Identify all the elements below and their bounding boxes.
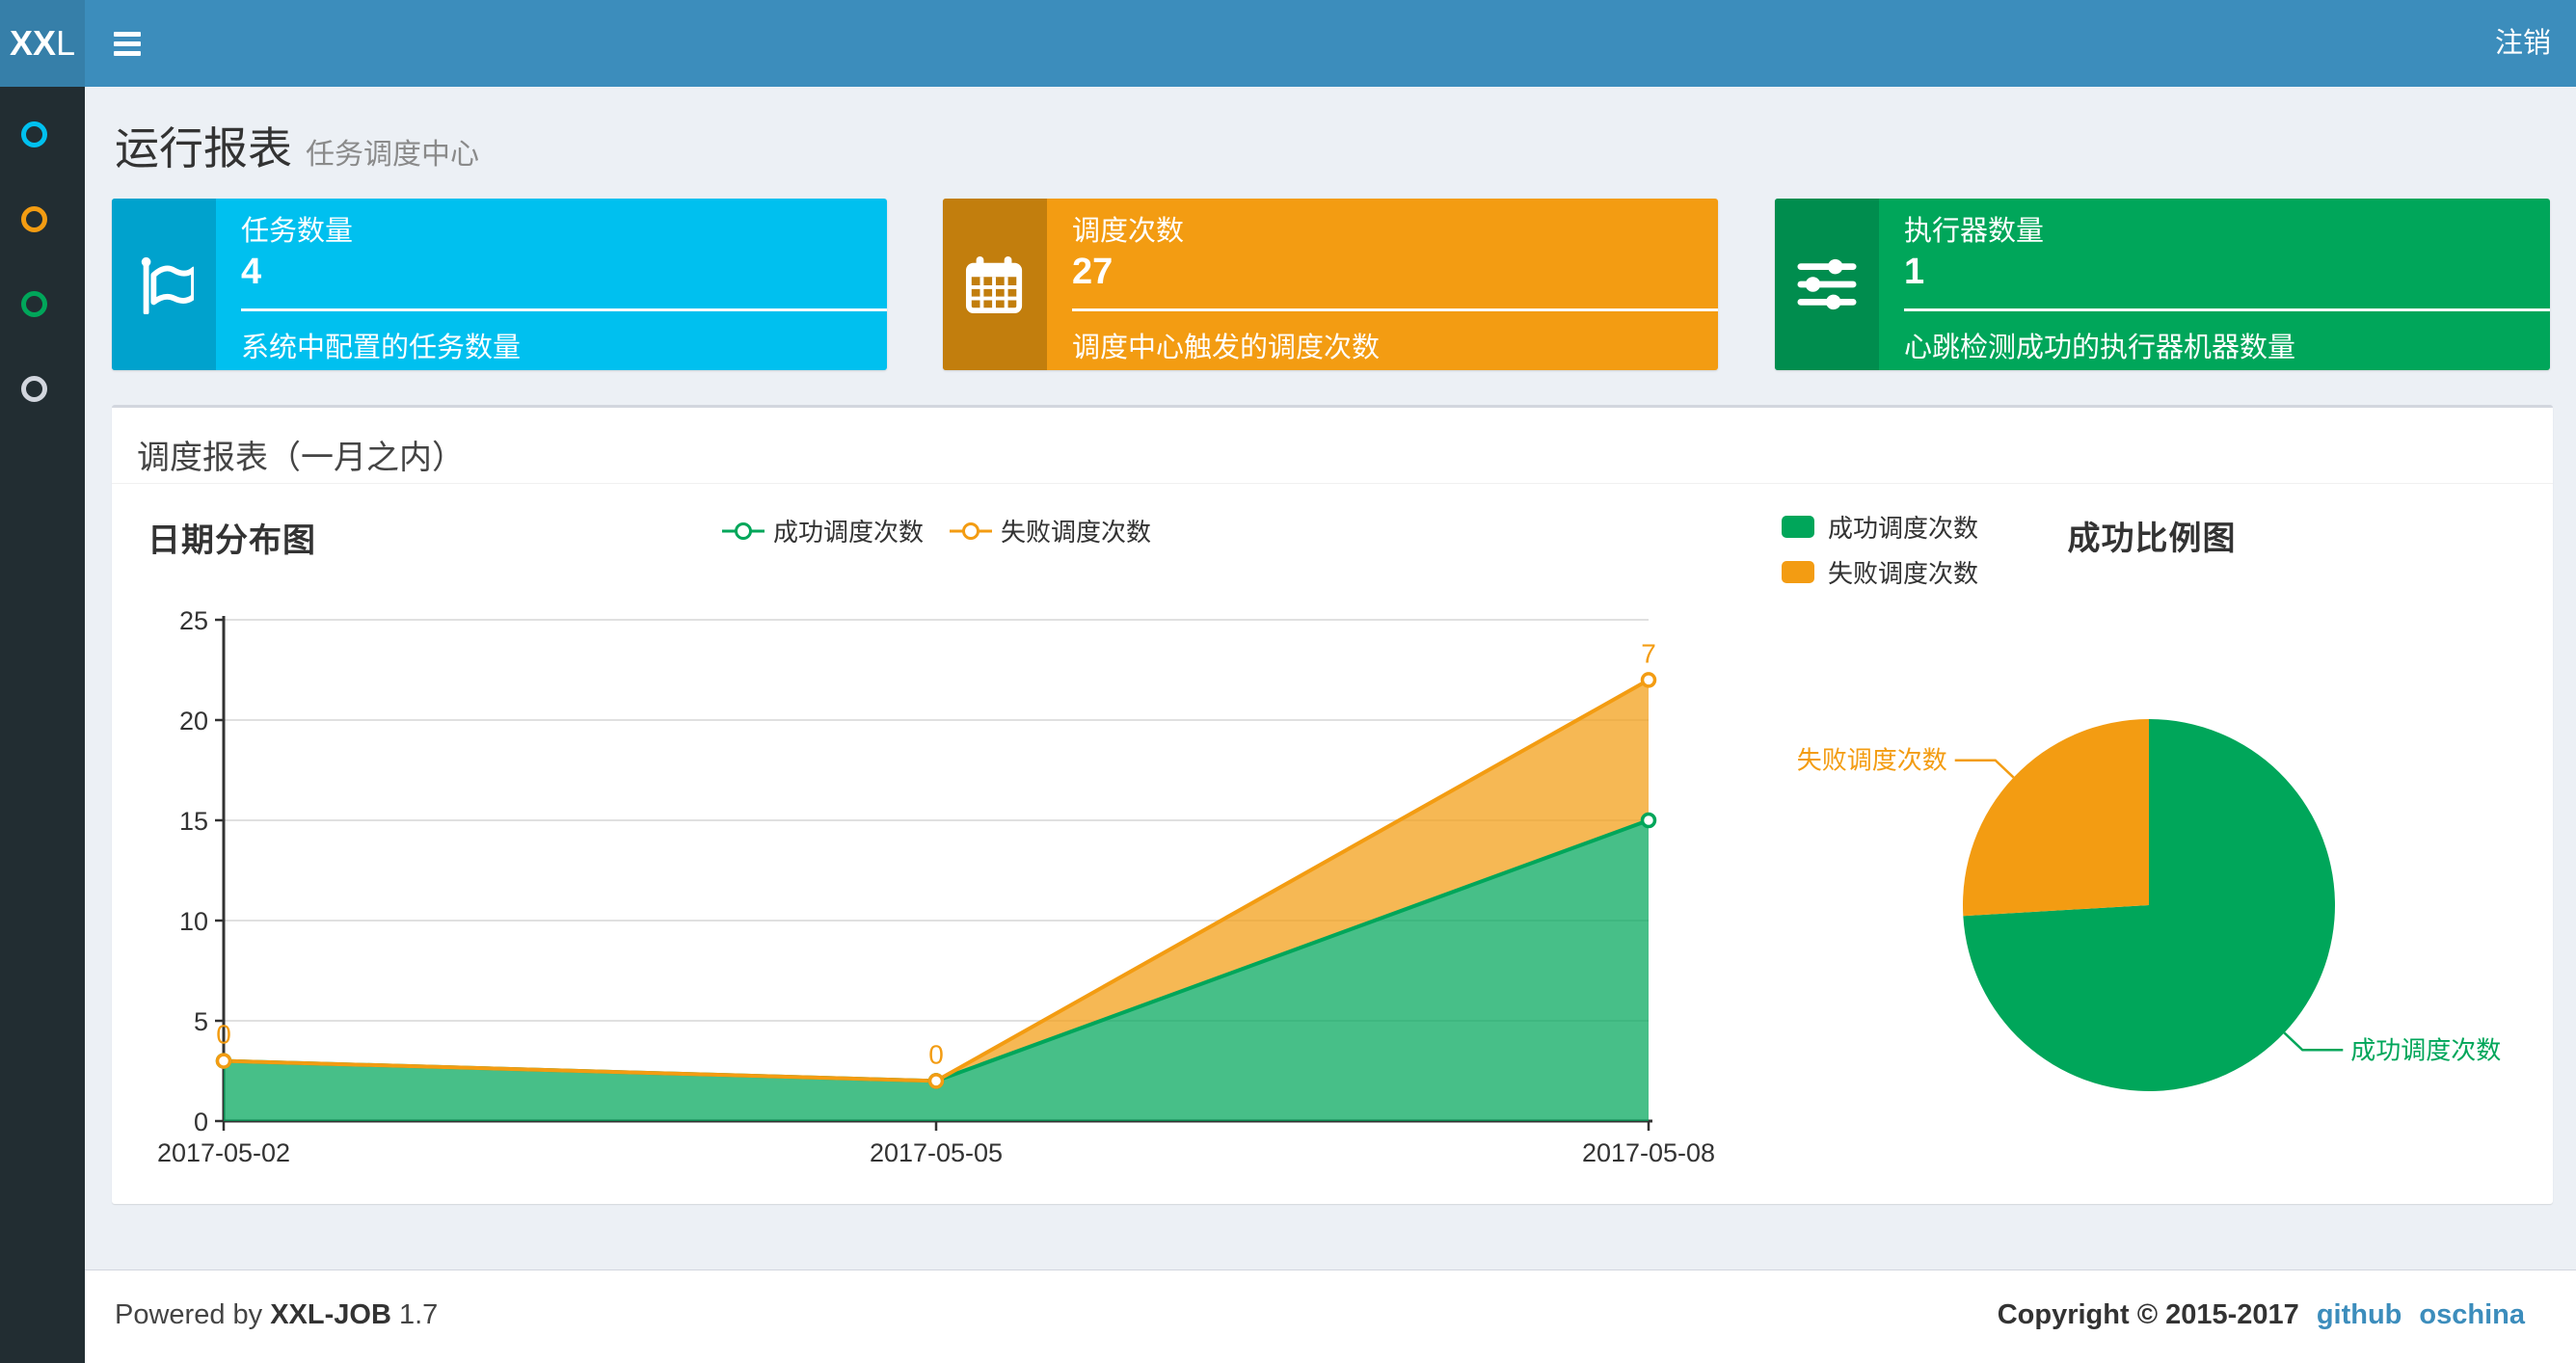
info-box-description: 心跳检测成功的执行器机器数量 — [1904, 333, 2296, 363]
svg-text:25: 25 — [179, 606, 208, 635]
svg-text:20: 20 — [179, 707, 208, 735]
github-link[interactable]: github — [2317, 1299, 2402, 1330]
oschina-link[interactable]: oschina — [2419, 1299, 2525, 1330]
panel-title: 调度报表（一月之内） — [137, 440, 465, 476]
info-box-title: 任务数量 — [241, 216, 354, 247]
info-box-description: 调度中心触发的调度次数 — [1072, 333, 1381, 363]
top-navbar: XXL 注销 — [0, 0, 2576, 87]
info-box-value: 4 — [241, 252, 262, 292]
page-subtitle: 任务调度中心 — [306, 139, 479, 171]
sidebar-item-4[interactable] — [0, 341, 85, 426]
info-box-value: 27 — [1072, 252, 1114, 292]
success-ratio-pie-chart: 成功调度次数 失败调度次数 — [1797, 719, 2501, 1091]
hamburger-icon — [114, 32, 141, 61]
info-box-jobs: 任务数量 4 系统中配置的任务数量 — [112, 199, 887, 370]
footer-copyright: Copyright © 2015-2017 github oschina — [1997, 1299, 2525, 1330]
line-marker-icon — [721, 521, 765, 540]
info-box-title: 执行器数量 — [1904, 216, 2045, 247]
svg-text:0: 0 — [194, 1108, 208, 1136]
svg-text:成功调度次数: 成功调度次数 — [2350, 1035, 2501, 1064]
divider — [1072, 308, 1718, 311]
logo-light: L — [56, 23, 76, 63]
svg-text:失败调度次数: 失败调度次数 — [1797, 746, 1947, 775]
pie-slice — [1963, 719, 2149, 917]
legend-item-success[interactable]: 成功调度次数 — [1782, 514, 1978, 543]
date-distribution-chart: 05101520252017-05-02 2017-05-05 2017-05-08… — [157, 606, 1715, 1167]
legend-label: 成功调度次数 — [1828, 513, 1979, 543]
svg-text:2017-05-08: 2017-05-08 — [1582, 1138, 1715, 1167]
info-box-title: 调度次数 — [1072, 216, 1185, 247]
circle-o-icon — [21, 121, 47, 147]
page-header: 运行报表 任务调度中心 — [115, 114, 479, 177]
sidebar-item-3[interactable] — [0, 256, 85, 341]
line-chart-legend: 成功调度次数 失败调度次数 — [224, 513, 1649, 548]
legend-item-success[interactable]: 成功调度次数 — [721, 513, 924, 548]
calendar-icon — [943, 199, 1047, 370]
svg-text:0: 0 — [216, 1020, 231, 1050]
brand-name: XXL-JOB — [270, 1299, 391, 1330]
divider — [1904, 308, 2550, 311]
footer-powered-by: Powered by XXL-JOB 1.7 — [115, 1299, 439, 1330]
legend-label: 失败调度次数 — [1001, 518, 1152, 547]
info-box-executors: 执行器数量 1 心跳检测成功的执行器机器数量 — [1775, 199, 2550, 370]
legend-item-fail[interactable]: 失败调度次数 — [949, 513, 1151, 548]
divider — [241, 308, 887, 311]
svg-text:10: 10 — [179, 907, 208, 936]
legend-label: 成功调度次数 — [772, 518, 924, 547]
swatch-icon — [1782, 515, 1814, 538]
sidebar-toggle-button[interactable] — [85, 0, 172, 87]
sidebar-item-1[interactable] — [0, 87, 85, 172]
app-logo[interactable]: XXL — [0, 0, 85, 87]
info-box-triggers: 调度次数 27 调度中心触发的调度次数 — [943, 199, 1718, 370]
flag-icon — [112, 199, 216, 370]
info-box-value: 1 — [1904, 252, 1925, 292]
svg-text:0: 0 — [928, 1039, 944, 1069]
line-marker-icon — [950, 521, 992, 540]
sidebar — [0, 87, 85, 1363]
pie-chart-title: 成功比例图 — [2067, 521, 2237, 557]
svg-text:7: 7 — [1641, 638, 1656, 668]
svg-text:15: 15 — [179, 807, 208, 836]
svg-text:5: 5 — [194, 1007, 208, 1036]
page-title: 运行报表 — [115, 123, 292, 174]
circle-o-icon — [21, 291, 47, 317]
sidebar-item-2[interactable] — [0, 172, 85, 256]
svg-text:2017-05-02: 2017-05-02 — [157, 1138, 290, 1167]
sliders-icon — [1775, 199, 1879, 370]
info-box-description: 系统中配置的任务数量 — [241, 333, 522, 363]
logo-bold: XX — [9, 23, 56, 63]
footer: Powered by XXL-JOB 1.7 Copyright © 2015-… — [85, 1269, 2576, 1363]
svg-text:2017-05-05: 2017-05-05 — [870, 1138, 1003, 1167]
circle-o-icon — [21, 376, 47, 402]
logout-button[interactable]: 注销 — [2470, 0, 2576, 87]
circle-o-icon — [21, 206, 47, 232]
panel-header: 调度报表（一月之内） — [112, 408, 2553, 484]
